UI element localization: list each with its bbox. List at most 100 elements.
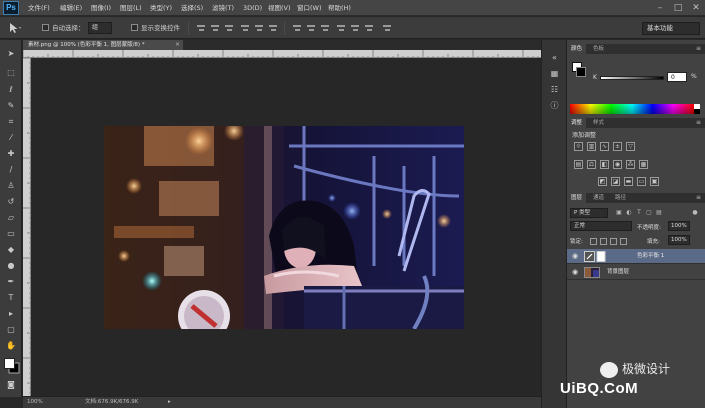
maximize-button[interactable]: □ [670,0,686,16]
auto-select-checkbox[interactable] [42,24,49,31]
document-tab[interactable]: 素材.png @ 100% (色彩平衡 1, 图层蒙版/8) * × [23,40,183,50]
history-panel-icon[interactable]: ▦ [548,68,561,80]
distribute-right-icon[interactable] [364,23,374,33]
black-white-icon[interactable]: ◧ [600,160,609,169]
tab-color[interactable]: 颜色 [567,44,587,54]
pen-tool-icon[interactable]: ✒ [4,276,18,287]
healing-brush-tool-icon[interactable]: ✚ [4,148,18,159]
align-bottom-icon[interactable] [224,23,234,33]
filter-toggle-icon[interactable]: ● [691,208,699,217]
tab-layers[interactable]: 图层 [567,193,587,203]
filter-shape-icon[interactable]: ▢ [645,208,653,217]
move-tool-icon[interactable]: ➤ [4,48,18,59]
auto-align-icon[interactable] [382,23,392,33]
distribute-hcenter-icon[interactable] [350,23,360,33]
levels-icon[interactable]: ▥ [587,142,596,151]
eyedropper-tool-icon[interactable]: ⁄ [4,132,18,143]
hue-saturation-icon[interactable]: ▤ [574,160,583,169]
tab-adjustments[interactable]: 调整 [567,118,587,128]
align-right-icon[interactable] [268,23,278,33]
panel-menu-icon[interactable]: ≡ [696,44,701,54]
close-button[interactable]: ✕ [688,0,704,16]
color-lookup-icon[interactable]: ▦ [639,160,648,169]
document-tab-close-icon[interactable]: × [175,40,180,50]
posterize-icon[interactable]: ◪ [611,177,620,186]
menu-image[interactable]: 图像(I) [91,0,111,16]
eraser-tool-icon[interactable]: ▱ [4,212,18,223]
spectrum-black-swatch[interactable] [694,109,700,114]
color-spectrum-ramp[interactable] [570,104,694,114]
align-vcenter-icon[interactable] [210,23,220,33]
zoom-level[interactable]: 100% [27,397,43,408]
eye-icon[interactable]: ◉ [571,252,579,260]
clone-stamp-tool-icon[interactable]: ♙ [4,180,18,191]
align-top-icon[interactable] [196,23,206,33]
blur-tool-icon[interactable]: ◆ [4,244,18,255]
distribute-vcenter-icon[interactable] [306,23,316,33]
color-balance-icon[interactable]: ⚖ [587,160,596,169]
background-color-swatch[interactable] [576,67,586,77]
menu-help[interactable]: 帮助(H) [328,0,351,16]
filter-type-icon[interactable]: T [635,208,643,217]
show-transform-checkbox[interactable] [131,24,138,31]
document-image[interactable] [104,126,464,329]
channel-mixer-icon[interactable]: ⁂ [626,160,635,169]
dock-collapse-icon[interactable]: « [548,52,561,64]
gradient-tool-icon[interactable]: ▭ [4,228,18,239]
layer-row[interactable]: ◉ 背景图层 [567,265,705,280]
align-hcenter-icon[interactable] [254,23,264,33]
status-menu-arrow-icon[interactable]: ▸ [168,397,171,408]
menu-3d[interactable]: 3D(D) [243,0,262,16]
fill-input[interactable]: 100% [668,235,690,245]
type-tool-icon[interactable]: T [4,292,18,303]
exposure-icon[interactable]: ± [613,142,622,151]
tab-paths[interactable]: 路径 [611,193,630,203]
distribute-top-icon[interactable] [292,23,302,33]
brightness-contrast-icon[interactable]: ☼ [574,142,583,151]
layer-kind-filter[interactable]: P 类型 [570,208,608,218]
menu-type[interactable]: 类型(Y) [150,0,172,16]
lasso-tool-icon[interactable]: ℓ [4,84,18,95]
distribute-left-icon[interactable] [336,23,346,33]
lock-position-icon[interactable] [610,238,617,245]
blend-mode-dropdown[interactable]: 正常 [570,221,632,231]
lock-pixels-icon[interactable] [600,238,607,245]
curves-icon[interactable]: ∿ [600,142,609,151]
lock-all-icon[interactable] [620,238,627,245]
distribute-bottom-icon[interactable] [320,23,330,33]
panel-menu-icon[interactable]: ≡ [696,193,701,203]
history-brush-tool-icon[interactable]: ↺ [4,196,18,207]
opacity-input[interactable]: 100% [668,221,690,231]
menu-edit[interactable]: 编辑(E) [60,0,82,16]
menu-file[interactable]: 文件(F) [28,0,50,16]
k-channel-input[interactable]: 0 [667,72,687,82]
properties-panel-icon[interactable]: ☷ [548,84,561,96]
hand-tool-icon[interactable]: ✋ [4,340,18,351]
menu-select[interactable]: 选择(S) [181,0,203,16]
marquee-tool-icon[interactable]: ⬚ [4,67,18,78]
invert-icon[interactable]: ◩ [598,177,607,186]
layer-row[interactable]: ◉ 色彩平衡 1 [567,249,705,264]
dodge-tool-icon[interactable]: ● [4,260,18,271]
eye-icon[interactable]: ◉ [571,268,579,276]
filter-pixel-icon[interactable]: ▣ [615,208,623,217]
shape-tool-icon[interactable]: ▢ [4,324,18,335]
lock-transparent-icon[interactable] [590,238,597,245]
menu-window[interactable]: 窗口(W) [297,0,322,16]
k-channel-slider[interactable] [600,76,664,80]
photo-filter-icon[interactable]: ◉ [613,160,622,169]
tab-swatches[interactable]: 色板 [589,44,608,54]
quick-select-tool-icon[interactable]: ✎ [4,100,18,111]
workspace-dropdown[interactable]: 基本功能 [642,22,700,35]
align-left-icon[interactable] [240,23,250,33]
info-panel-icon[interactable]: ⓘ [548,100,561,112]
menu-layer[interactable]: 图层(L) [120,0,142,16]
panel-menu-icon[interactable]: ≡ [696,118,701,128]
tab-styles[interactable]: 样式 [589,118,608,128]
vibrance-icon[interactable]: ▽ [626,142,635,151]
minimize-button[interactable]: – [652,0,668,16]
path-select-tool-icon[interactable]: ▸ [4,308,18,319]
filter-smart-object-icon[interactable]: ▤ [655,208,663,217]
auto-select-dropdown[interactable]: 组 [88,22,112,34]
menu-view[interactable]: 视图(V) [268,0,291,16]
